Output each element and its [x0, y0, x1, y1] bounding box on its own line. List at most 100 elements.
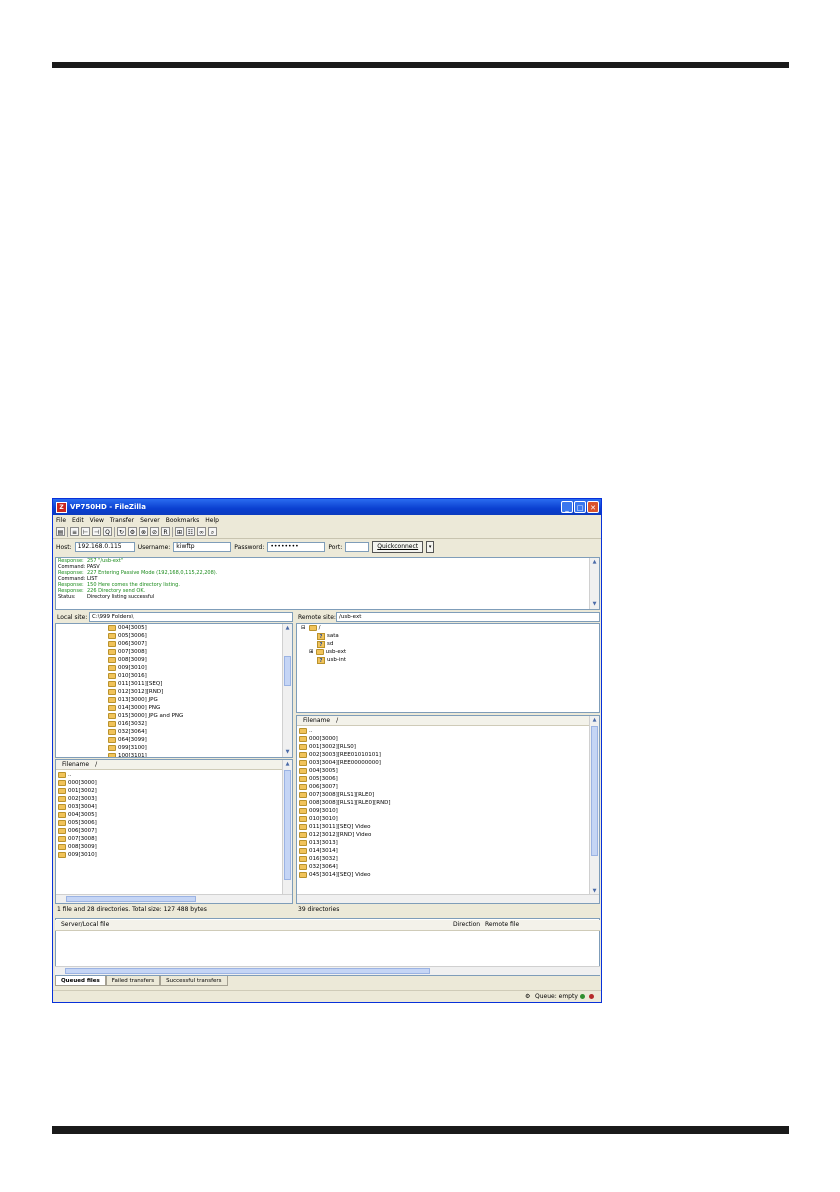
host-input[interactable]: 192.168.0.115 — [74, 542, 135, 552]
collapse-icon[interactable]: ⊟ — [301, 624, 306, 632]
list-item[interactable]: 006[3007] — [299, 783, 391, 791]
list-item[interactable]: 010[3010] — [299, 815, 391, 823]
list-item[interactable]: 010[3016] — [108, 672, 183, 680]
list-item[interactable]: 007[3008] — [108, 648, 183, 656]
list-item[interactable]: 002[3003] — [58, 795, 97, 803]
sync-browse-icon[interactable]: ∞ — [197, 527, 206, 536]
list-item[interactable]: 013[3000] JPG — [108, 696, 183, 704]
list-item[interactable]: 001[3002][RLS0] — [299, 743, 391, 751]
list-item[interactable]: 003[3004][REE00000000] — [299, 759, 391, 767]
cancel-icon[interactable]: ⊗ — [139, 527, 148, 536]
list-item[interactable]: 006[3007] — [58, 827, 97, 835]
remote-list-header[interactable]: Filename / — [297, 716, 591, 726]
list-item[interactable]: 016[3032] — [108, 720, 183, 728]
remote-tree-icon[interactable]: ⊣ — [92, 527, 101, 536]
remote-site-path[interactable]: /usb-ext — [336, 612, 600, 622]
queue-icon[interactable]: Q — [103, 527, 112, 536]
menu-file[interactable]: File — [56, 517, 66, 524]
scroll-thumb[interactable] — [284, 656, 291, 686]
scroll-thumb[interactable] — [591, 726, 598, 856]
list-item[interactable]: 014[3000] PNG — [108, 704, 183, 712]
filename-column[interactable]: Filename — [297, 716, 330, 725]
list-item[interactable]: 005[3006] — [58, 819, 97, 827]
list-item[interactable]: 003[3004] — [58, 803, 97, 811]
menu-view[interactable]: View — [90, 517, 104, 524]
disconnect-icon[interactable]: ⊘ — [150, 527, 159, 536]
list-item[interactable]: 007[3008][RLS1][RLE0] — [299, 791, 391, 799]
scroll-up-icon[interactable]: ▲ — [590, 716, 599, 725]
remote-tree[interactable]: ⊟ / ? sata? sd ⊞ usb-ext? usb-int — [296, 623, 600, 713]
scroll-up-icon[interactable]: ▲ — [283, 624, 292, 633]
close-button[interactable]: ✕ — [587, 501, 599, 513]
tree-item[interactable]: ? sata — [317, 632, 346, 640]
list-item[interactable]: 004[3005] — [299, 767, 391, 775]
scroll-down-icon[interactable]: ▼ — [590, 600, 599, 609]
scroll-thumb[interactable] — [284, 770, 291, 880]
queue-hscroll[interactable] — [55, 966, 600, 975]
remote-list-scrollbar[interactable]: ▲ ▼ — [589, 716, 599, 896]
filter-icon[interactable]: ⊞ — [175, 527, 184, 536]
list-item[interactable]: 013[3013] — [299, 839, 391, 847]
tree-item[interactable]: ⊞ usb-ext — [309, 648, 346, 656]
list-item[interactable]: 002[3003][REE01010101] — [299, 751, 391, 759]
list-item[interactable]: 015[3000] JPG and PNG — [108, 712, 183, 720]
port-input[interactable] — [345, 542, 370, 552]
list-item[interactable]: 009[3010] — [58, 851, 97, 859]
list-item[interactable]: 000[3000] — [299, 735, 391, 743]
list-item[interactable]: 009[3010] — [299, 807, 391, 815]
password-input[interactable]: •••••••• — [267, 542, 326, 552]
local-site-path[interactable]: C:\999 Folders\ — [89, 612, 293, 622]
list-item[interactable]: .. — [299, 727, 391, 735]
local-list-header[interactable]: Filename / — [56, 760, 284, 770]
list-item[interactable]: 032[3064] — [299, 863, 391, 871]
tab-queued-files[interactable]: Queued files — [55, 976, 106, 986]
list-item[interactable]: 100[3101] — [108, 752, 183, 757]
message-log-icon[interactable]: ≡ — [70, 527, 79, 536]
refresh-icon[interactable]: ↻ — [117, 527, 126, 536]
list-item[interactable]: 012[3012][RND] — [108, 688, 183, 696]
local-list-scrollbar[interactable]: ▲ — [282, 760, 292, 896]
list-item[interactable]: .. — [58, 771, 97, 779]
title-bar[interactable]: Z VP750HD - FileZilla _ □ ✕ — [53, 499, 601, 515]
menu-transfer[interactable]: Transfer — [110, 517, 134, 524]
list-item[interactable]: 064[3099] — [108, 736, 183, 744]
list-item[interactable]: 004[3005] — [58, 811, 97, 819]
list-item[interactable]: 011[3011][SEQ] Video — [299, 823, 391, 831]
process-queue-icon[interactable]: ⚙ — [128, 527, 137, 536]
list-item[interactable]: 009[3010] — [108, 664, 183, 672]
scroll-down-icon[interactable]: ▼ — [283, 748, 292, 757]
remote-file-list[interactable]: Filename / .. 000[3000] 001[3002][RLS0] 002… — [296, 715, 600, 904]
list-item[interactable]: 008[3008][RLS1][RLE0][RND] — [299, 799, 391, 807]
search-icon[interactable]: ⌕ — [208, 527, 217, 536]
list-item[interactable]: 011[3011][SEQ] — [108, 680, 183, 688]
server-local-file-column[interactable]: Server/Local file — [61, 920, 109, 930]
list-item[interactable]: 016[3032] — [299, 855, 391, 863]
list-item[interactable]: 004[3005] — [108, 624, 183, 632]
list-item[interactable]: 008[3009] — [58, 843, 97, 851]
quickconnect-button[interactable]: Quickconnect — [372, 541, 424, 553]
tree-root[interactable]: ⊟ / — [301, 624, 599, 632]
scroll-thumb[interactable] — [65, 968, 430, 974]
remote-list-hscroll[interactable] — [297, 894, 599, 903]
site-manager-icon[interactable]: ▤ — [56, 527, 65, 536]
quickconnect-dropdown-icon[interactable]: ▾ — [426, 541, 435, 553]
tree-item[interactable]: ? usb-int — [317, 656, 346, 664]
message-log[interactable]: Response: 257 "/usb-ext" Command: PASV Respo… — [55, 557, 600, 610]
local-tree-icon[interactable]: ⊢ — [81, 527, 90, 536]
list-item[interactable]: 032[3064] — [108, 728, 183, 736]
list-item[interactable]: 005[3006] — [299, 775, 391, 783]
list-item[interactable]: 000[3000] — [58, 779, 97, 787]
tab-failed-transfers[interactable]: Failed transfers — [105, 976, 161, 986]
list-item[interactable]: 007[3008] — [58, 835, 97, 843]
scroll-thumb[interactable] — [66, 896, 196, 902]
log-scrollbar[interactable]: ▲ ▼ — [589, 558, 599, 609]
list-item[interactable]: 014[3014] — [299, 847, 391, 855]
reconnect-icon[interactable]: R — [161, 527, 170, 536]
local-tree-scrollbar[interactable]: ▲ ▼ — [282, 624, 292, 757]
local-tree[interactable]: 004[3005] 005[3006] 006[3007] 007[3008] 008[… — [55, 623, 293, 758]
scroll-up-icon[interactable]: ▲ — [590, 558, 599, 567]
list-item[interactable]: 001[3002] — [58, 787, 97, 795]
list-item[interactable]: 012[3012][RND] Video — [299, 831, 391, 839]
list-item[interactable]: 045[3014][SEQ] Video — [299, 871, 391, 879]
remote-file-column[interactable]: Remote file — [485, 920, 519, 930]
